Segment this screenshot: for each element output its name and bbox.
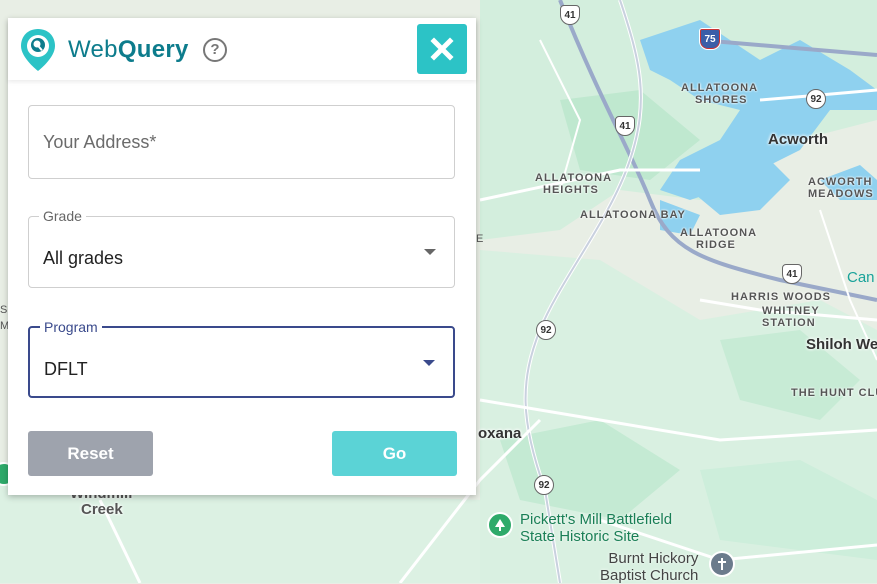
map-label-allatoona-shores: ALLATOONA SHORES [681,82,759,106]
program-select[interactable]: Program DFLT [28,319,455,398]
grade-label: Grade [39,208,86,224]
interstate-75-shield-icon: 75 [699,28,721,50]
program-value: DFLT [44,359,88,379]
grade-select[interactable]: Grade All grades [28,208,455,288]
map-label-whitney-station: WHITNEY STATION [762,305,820,329]
chevron-down-icon [424,249,436,255]
query-panel: WebQuery ? Your Address* Grade All grade… [8,18,476,495]
map-label-creek: Creek [81,501,123,518]
address-field[interactable]: Your Address* [28,105,455,179]
ga-92-shield-icon: 92 [536,320,556,340]
help-icon[interactable]: ? [203,38,227,62]
map-label-picketts-mill[interactable]: Pickett's Mill Battlefield State Historic… [520,511,672,545]
map-label-allatoona-bay: ALLATOONA BAY [580,209,686,221]
map-label-shiloh: Shiloh We [806,336,877,353]
us-41-shield-icon: 41 [560,5,580,25]
program-label: Program [40,319,102,335]
map-label-edge-e: E [476,233,484,245]
location-pin-logo-icon [20,28,56,72]
go-button[interactable]: Go [332,431,457,476]
ga-92-shield-icon: 92 [534,475,554,495]
map-label-allatoona-heights: ALLATOONA HEIGHTS [535,172,613,196]
grade-value: All grades [43,248,124,268]
map-label-hunt-club: THE HUNT CLU [791,387,877,399]
map-label-harris-woods: HARRIS WOODS [731,291,831,303]
map-label-burnt-hickory[interactable]: Burnt Hickory Baptist Church [600,550,698,584]
church-marker-icon[interactable] [709,551,735,577]
close-icon [430,37,454,61]
map-label-acworth-meadows: ACWORTH MEADOWS [808,176,874,200]
map-label-can: Can [847,269,875,286]
ga-92-shield-icon: 92 [806,89,826,109]
close-button[interactable] [417,24,467,74]
chevron-down-icon [423,360,435,366]
map-label-roxana: oxana [478,425,522,442]
map-label-allatoona-ridge: ALLATOONA RIDGE [680,227,758,251]
us-41-shield-icon: 41 [782,264,802,284]
map-label-acworth: Acworth [768,131,828,148]
park-marker-icon[interactable] [487,512,513,538]
panel-header: WebQuery ? [8,18,476,80]
us-41-shield-icon: 41 [615,116,635,136]
app-title: WebQuery [68,36,189,63]
reset-button[interactable]: Reset [28,431,153,476]
address-placeholder: Your Address* [43,132,157,152]
